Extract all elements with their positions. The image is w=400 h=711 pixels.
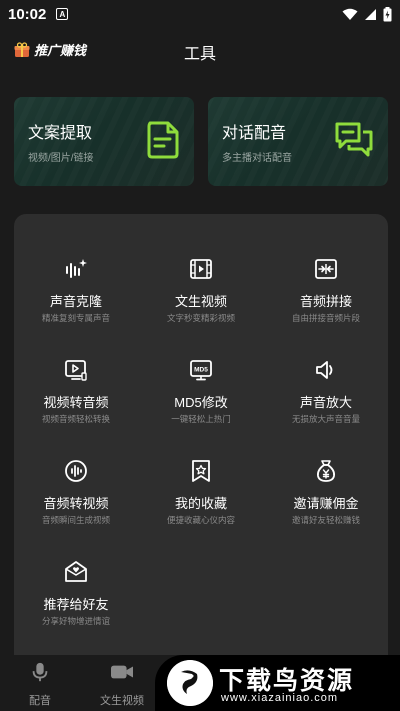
voice-clone-icon: [66, 259, 87, 278]
tool-recommend-friend[interactable]: 推荐给好友 分享好物增进情谊: [14, 560, 138, 656]
tool-audio-merge[interactable]: 音频拼接 自由拼接音频片段: [264, 257, 388, 353]
tool-name: 我的收藏: [174, 496, 227, 511]
speaker-icon: [316, 361, 333, 379]
tool-desc: 一键轻松上热门: [171, 414, 231, 424]
tool-name: 音频拼接: [299, 294, 352, 309]
tool-desc: 便捷收藏心仪内容: [166, 515, 235, 525]
battery-icon: [383, 6, 392, 21]
money-bag-icon: [316, 460, 336, 482]
tool-desc: 无损放大声音音量: [291, 414, 360, 424]
film-icon: [190, 259, 212, 279]
card-title: 对话配音: [222, 125, 287, 142]
card-text-extract[interactable]: 文案提取 视频/图片/链接: [14, 97, 194, 186]
tool-voice-clone[interactable]: 声音克隆 精准复刻专属声音: [14, 257, 138, 353]
tool-volume-boost[interactable]: 声音放大 无损放大声音音量: [264, 358, 388, 454]
microphone-icon: [32, 662, 48, 682]
tool-name: 音频转视频: [43, 496, 109, 511]
card-dialogue-dubbing[interactable]: 对话配音 多主播对话配音: [208, 97, 388, 186]
tool-desc: 视频音频轻松转换: [41, 414, 110, 424]
video-convert-icon: [65, 360, 87, 381]
tool-audio-to-video[interactable]: 音频转视频 音频瞬间生成视频: [14, 459, 138, 555]
tool-my-favorites[interactable]: 我的收藏 便捷收藏心仪内容: [139, 459, 263, 555]
card-subtitle: 视频/图片/链接: [28, 153, 94, 164]
merge-icon: [315, 259, 337, 279]
share-mail-icon: [65, 561, 87, 582]
watermark-banner: 下载鸟资源 www.xiazainiao.com: [155, 655, 400, 711]
md5-icon: MD5: [190, 360, 212, 381]
tool-desc: 自由拼接音频片段: [291, 313, 360, 323]
video-camera-icon: [111, 665, 133, 679]
chat-icon: [335, 122, 373, 157]
tool-name: 声音克隆: [49, 294, 102, 309]
card-subtitle: 多主播对话配音: [222, 153, 292, 164]
tool-video-to-audio[interactable]: 视频转音频 视频音频轻松转换: [14, 358, 138, 454]
tool-desc: 文字秒变精彩视频: [166, 313, 235, 323]
header: 推广赚钱 工具: [0, 36, 400, 66]
tool-name: 声音放大: [299, 395, 352, 410]
tool-desc: 精准复刻专属声音: [41, 313, 110, 323]
signal-icon: [365, 8, 376, 20]
document-icon: [147, 121, 179, 159]
nav-label: 文生视频: [100, 695, 144, 707]
tool-desc: 音频瞬间生成视频: [41, 515, 110, 525]
status-time: 10:02: [8, 5, 47, 23]
watermark-url: www.xiazainiao.com: [221, 692, 339, 704]
status-bar: 10:02 A: [0, 0, 400, 28]
page-title: 工具: [183, 46, 216, 63]
nav-text-to-video[interactable]: 文生视频: [94, 661, 150, 708]
tool-desc: 邀请好友轻松赚钱: [291, 515, 360, 525]
tool-name: 文生视频: [174, 294, 227, 309]
tool-name: 视频转音频: [43, 395, 109, 410]
card-title: 文案提取: [28, 125, 93, 142]
app-notification-icon: A: [56, 8, 69, 20]
tool-name: MD5修改: [174, 395, 228, 410]
tools-panel: 声音克隆 精准复刻专属声音 文生视频 文字秒变精彩视频 音频拼接 自由拼接音频片…: [14, 214, 388, 674]
favorite-icon: [192, 460, 210, 482]
nav-label: 配音: [29, 695, 51, 707]
svg-text:MD5: MD5: [194, 367, 208, 374]
tool-invite-commission[interactable]: 邀请赚佣金 邀请好友轻松赚钱: [264, 459, 388, 555]
tool-text-to-video[interactable]: 文生视频 文字秒变精彩视频: [139, 257, 263, 353]
audio-to-video-icon: [65, 460, 87, 482]
tool-desc: 分享好物增进情谊: [41, 616, 110, 626]
bird-logo-icon: [167, 660, 213, 706]
tool-md5-modify[interactable]: MD5 MD5修改 一键轻松上热门: [139, 358, 263, 454]
wifi-icon: [342, 8, 358, 20]
tool-name: 邀请赚佣金: [293, 496, 359, 511]
nav-dubbing[interactable]: 配音: [26, 661, 54, 708]
tool-name: 推荐给好友: [43, 597, 109, 612]
